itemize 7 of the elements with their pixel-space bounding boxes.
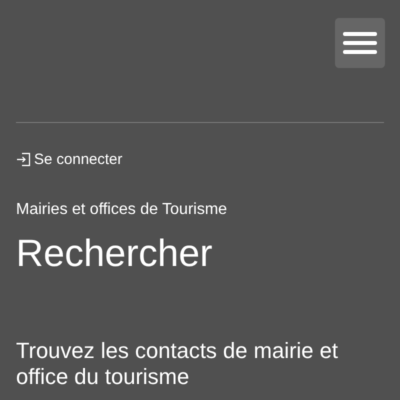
breadcrumb: Mairies et offices de Tourisme	[16, 201, 228, 219]
menu-icon	[343, 31, 377, 55]
login-link[interactable]: Se connecter	[16, 151, 122, 168]
menu-button[interactable]	[335, 18, 385, 68]
section-heading: Trouvez les contacts de mairie et office du tourisme	[16, 338, 339, 390]
page-title: Rechercher	[16, 233, 214, 276]
login-icon	[16, 152, 31, 167]
